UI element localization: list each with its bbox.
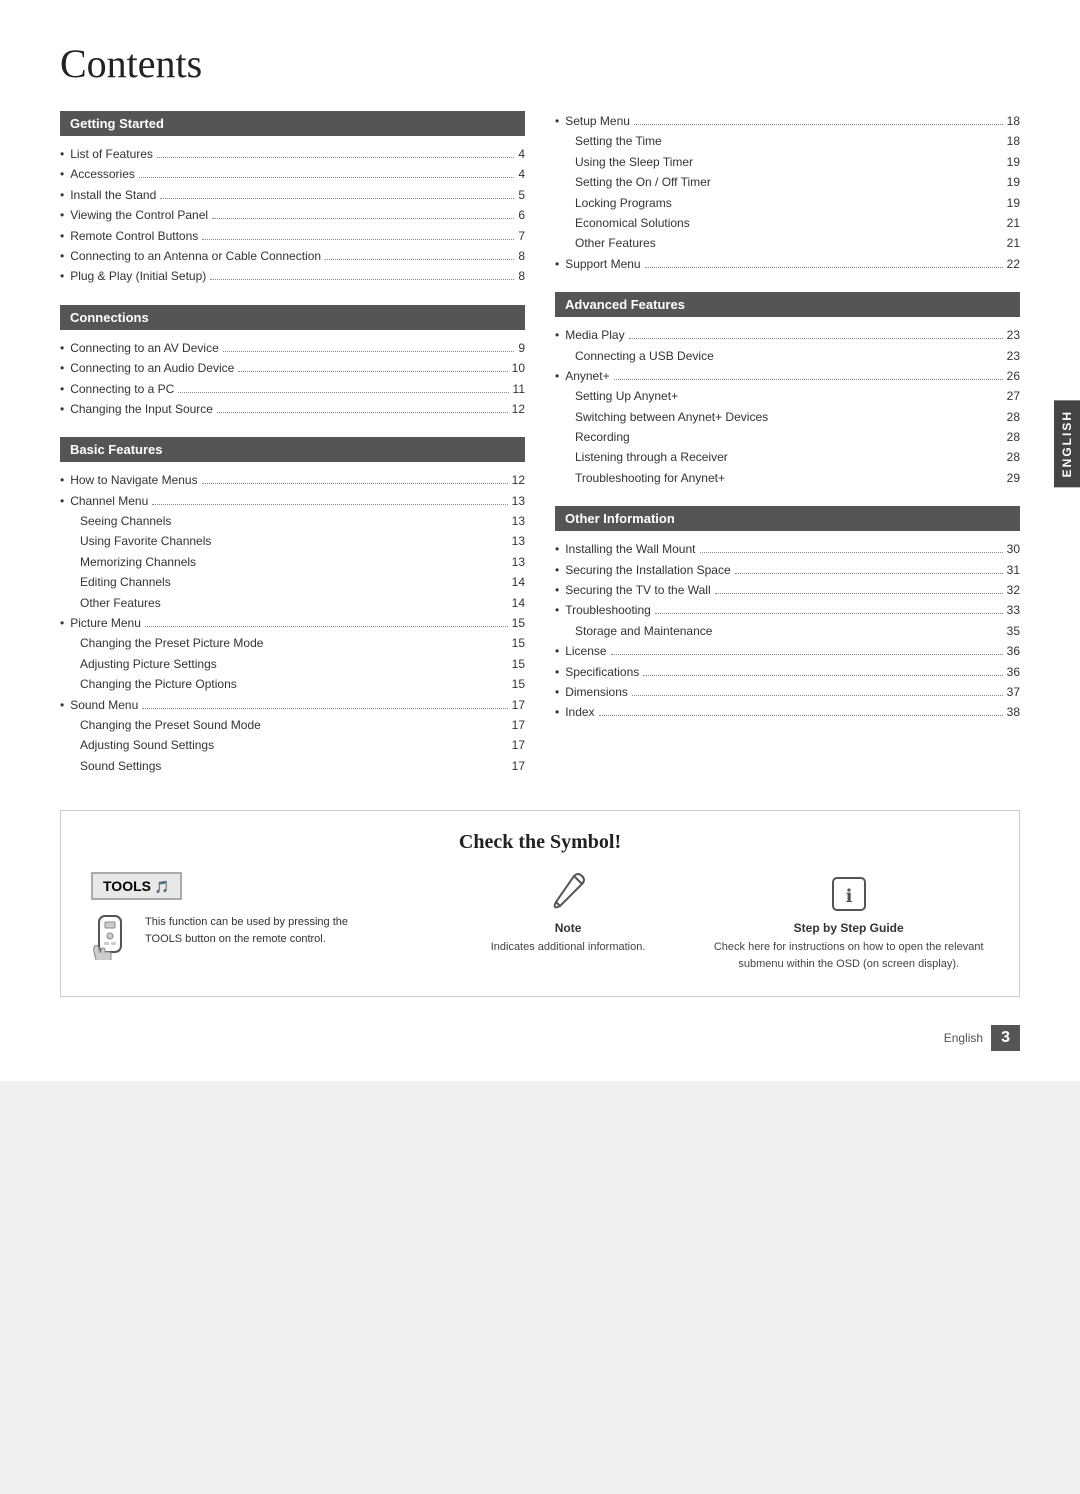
list-item: Connecting to an AV Device 9 (60, 338, 525, 358)
check-symbol-section: Check the Symbol! TOOLS 🎵 (60, 810, 1020, 997)
section-advanced-features: Advanced Features (555, 292, 1020, 317)
left-column: Getting Started List of Features 4 Acces… (60, 111, 525, 780)
other-info-list: Installing the Wall Mount 30 Securing th… (555, 539, 1020, 723)
sound-menu-sub: Changing the Preset Sound Mode17 Adjusti… (60, 715, 525, 776)
symbol-grid: TOOLS 🎵 (91, 872, 989, 972)
media-play-sub: Connecting a USB Device23 (555, 346, 1020, 366)
right-top-list: Setup Menu 18 Setting the Time18 Using t… (555, 111, 1020, 274)
list-item: Troubleshooting for Anynet+29 (575, 468, 1020, 488)
setup-menu-sub: Setting the Time18 Using the Sleep Timer… (555, 131, 1020, 253)
list-item: Memorizing Channels13 (80, 552, 525, 572)
list-item: Economical Solutions21 (575, 213, 1020, 233)
step-guide-label: Step by Step Guide (794, 921, 904, 935)
footer-language: English (944, 1031, 983, 1045)
list-item: List of Features 4 (60, 144, 525, 164)
list-item: Picture Menu 15 (60, 613, 525, 633)
list-item: Dimensions 37 (555, 682, 1020, 702)
list-item: Setting the On / Off Timer19 (575, 172, 1020, 192)
page-footer: English 3 (60, 1017, 1020, 1051)
list-item: Changing the Input Source 12 (60, 399, 525, 419)
list-item: Adjusting Picture Settings15 (80, 654, 525, 674)
list-item: Connecting to an Audio Device 10 (60, 358, 525, 378)
list-item: Viewing the Control Panel 6 (60, 205, 525, 225)
tools-row: This function can be used by pressing th… (91, 914, 348, 960)
connections-list: Connecting to an AV Device 9 Connecting … (60, 338, 525, 420)
page: ENGLISH Contents Getting Started List of… (0, 0, 1080, 1081)
list-item: Changing the Preset Picture Mode15 (80, 633, 525, 653)
list-item: Setting the Time18 (575, 131, 1020, 151)
list-item: Other Features21 (575, 233, 1020, 253)
getting-started-list: List of Features 4 Accessories 4 Install… (60, 144, 525, 287)
list-item: Using the Sleep Timer19 (575, 152, 1020, 172)
section-connections: Connections (60, 305, 525, 330)
step-guide-symbol: ℹ Step by Step Guide Check here for inst… (708, 872, 989, 972)
list-item: Recording28 (575, 427, 1020, 447)
list-item: Plug & Play (Initial Setup) 8 (60, 266, 525, 286)
list-item: How to Navigate Menus 12 (60, 470, 525, 490)
list-item: Changing the Picture Options15 (80, 674, 525, 694)
step-guide-description: Check here for instructions on how to op… (708, 939, 989, 972)
contents-layout: Getting Started List of Features 4 Acces… (60, 111, 1020, 780)
basic-features-list: How to Navigate Menus 12 Channel Menu 13… (60, 470, 525, 776)
check-symbol-title: Check the Symbol! (91, 831, 989, 854)
list-item: Other Features14 (80, 593, 525, 613)
list-item: Using Favorite Channels13 (80, 531, 525, 551)
channel-menu-sub: Seeing Channels13 Using Favorite Channel… (60, 511, 525, 613)
list-item: Accessories 4 (60, 164, 525, 184)
section-basic-features: Basic Features (60, 437, 525, 462)
list-item: Adjusting Sound Settings17 (80, 735, 525, 755)
list-item: Setting Up Anynet+27 (575, 386, 1020, 406)
english-tab: ENGLISH (1054, 400, 1080, 487)
list-item: Sound Menu 17 (60, 695, 525, 715)
list-item: Listening through a Receiver28 (575, 447, 1020, 467)
list-item: Locking Programs19 (575, 193, 1020, 213)
list-item: Securing the Installation Space 31 (555, 560, 1020, 580)
list-item: Securing the TV to the Wall 32 (555, 580, 1020, 600)
list-item: Connecting to a PC 11 (60, 379, 525, 399)
tools-label: TOOLS 🎵 (91, 872, 182, 900)
tools-description: This function can be used by pressing th… (145, 914, 348, 947)
tools-symbol: TOOLS 🎵 (91, 872, 428, 960)
list-item: Switching between Anynet+ Devices28 (575, 407, 1020, 427)
footer-page-number: 3 (991, 1025, 1020, 1051)
list-item: Sound Settings17 (80, 756, 525, 776)
anynet-sub: Setting Up Anynet+27 Switching between A… (555, 386, 1020, 488)
list-item: Setup Menu 18 (555, 111, 1020, 131)
list-item: Storage and Maintenance35 (575, 621, 1020, 641)
note-icon (546, 872, 590, 921)
list-item: Remote Control Buttons 7 (60, 226, 525, 246)
list-item: Specifications 36 (555, 662, 1020, 682)
list-item: Seeing Channels13 (80, 511, 525, 531)
note-symbol: Note Indicates additional information. (428, 872, 709, 956)
page-title: Contents (60, 40, 1020, 87)
list-item: Editing Channels14 (80, 572, 525, 592)
picture-menu-sub: Changing the Preset Picture Mode15 Adjus… (60, 633, 525, 694)
list-item: Connecting to an Antenna or Cable Connec… (60, 246, 525, 266)
list-item: Index 38 (555, 702, 1020, 722)
right-column: Setup Menu 18 Setting the Time18 Using t… (555, 111, 1020, 780)
tools-icon: 🎵 (155, 880, 170, 894)
list-item: License 36 (555, 641, 1020, 661)
page-indicator: English 3 (944, 1025, 1020, 1051)
svg-text:ℹ: ℹ (845, 886, 852, 906)
list-item: Changing the Preset Sound Mode17 (80, 715, 525, 735)
section-getting-started: Getting Started (60, 111, 525, 136)
list-item: Troubleshooting 33 (555, 600, 1020, 620)
list-item: Installing the Wall Mount 30 (555, 539, 1020, 559)
troubleshooting-sub: Storage and Maintenance35 (555, 621, 1020, 641)
note-label: Note (555, 921, 582, 935)
list-item: Install the Stand 5 (60, 185, 525, 205)
list-item: Channel Menu 13 (60, 491, 525, 511)
tools-remote-icon (91, 914, 129, 960)
list-item: Anynet+ 26 (555, 366, 1020, 386)
list-item: Media Play 23 (555, 325, 1020, 345)
advanced-features-list: Media Play 23 Connecting a USB Device23 … (555, 325, 1020, 488)
step-guide-icon: ℹ (827, 872, 871, 921)
list-item: Support Menu 22 (555, 254, 1020, 274)
note-description: Indicates additional information. (491, 939, 646, 956)
section-other-info: Other Information (555, 506, 1020, 531)
list-item: Connecting a USB Device23 (575, 346, 1020, 366)
